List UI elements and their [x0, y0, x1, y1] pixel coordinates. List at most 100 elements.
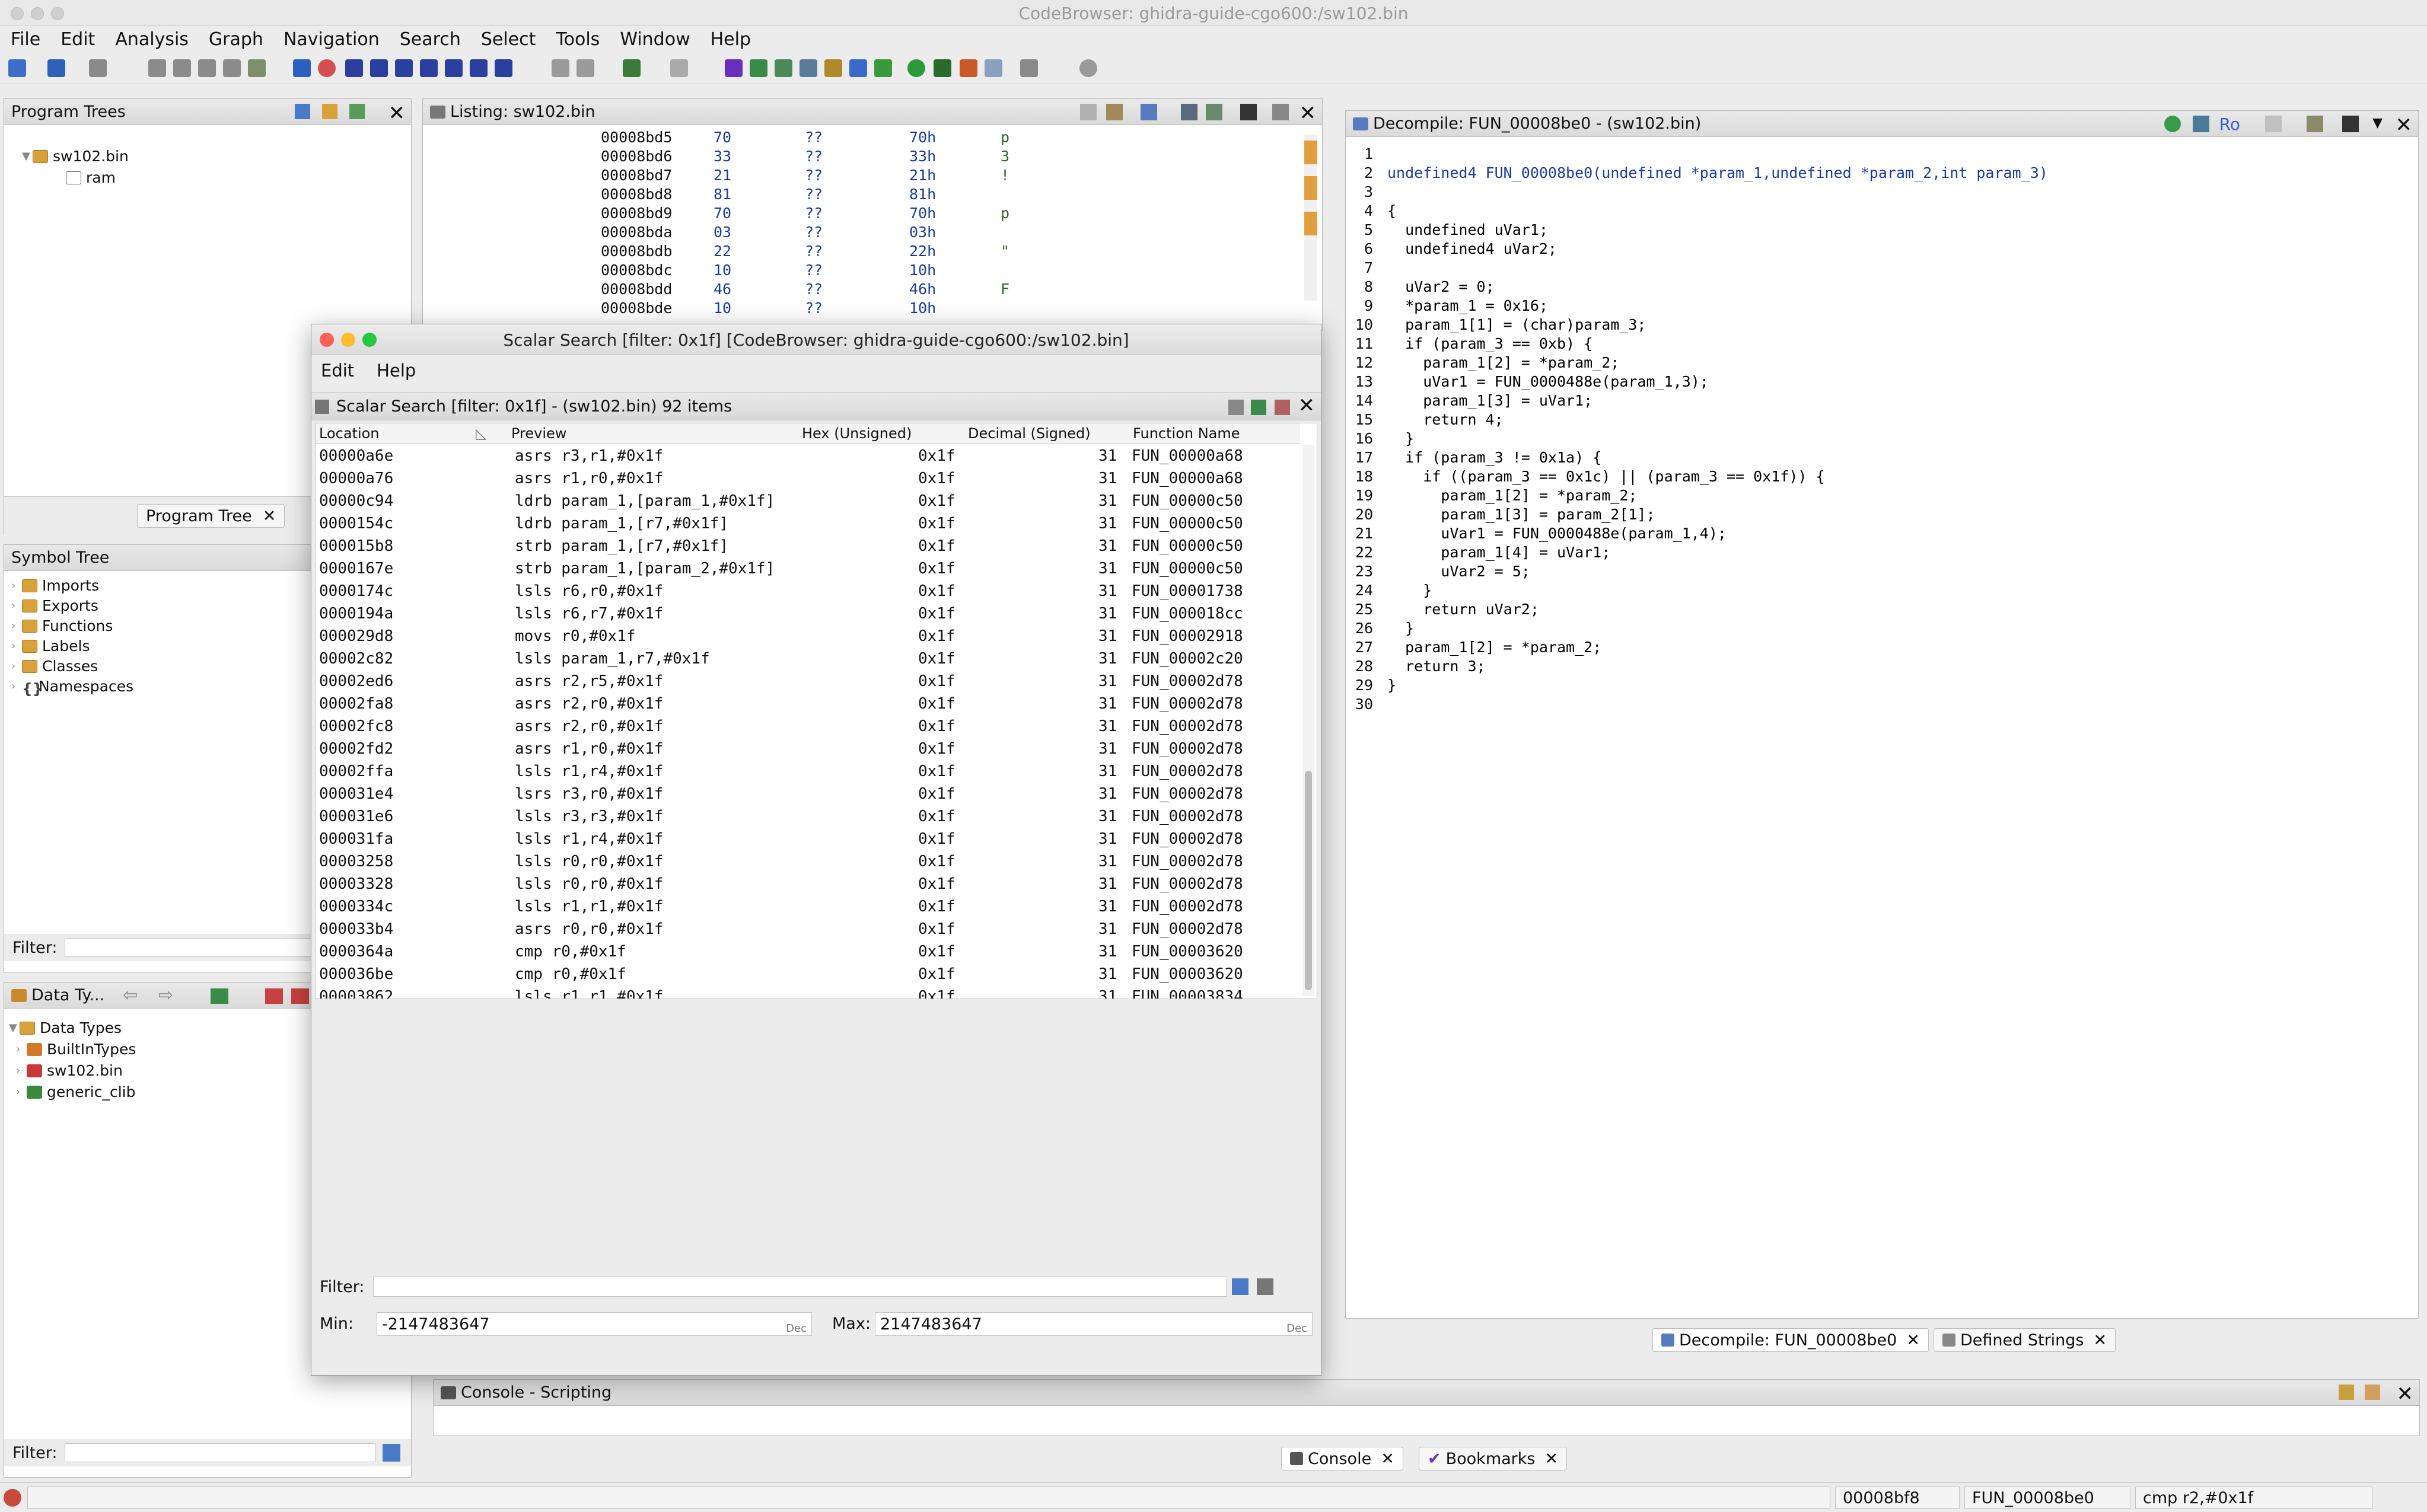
- tree-root-sw102[interactable]: ▼ sw102.bin: [22, 148, 129, 165]
- table-row[interactable]: 0000154c ldrb param_1,[r7,#0x1f] 0x1f 31 FUN…: [316, 512, 1298, 535]
- listing-overview-bar[interactable]: [1304, 135, 1317, 301]
- f-icon[interactable]: [445, 59, 463, 77]
- decompile-code[interactable]: 1 2 undefined4 FUN_00008be0(undefined *pa…: [1346, 145, 2407, 738]
- column-preview[interactable]: Preview: [511, 425, 566, 442]
- help-icon[interactable]: [1020, 59, 1038, 77]
- u-icon[interactable]: [395, 59, 413, 77]
- sort-icon[interactable]: ◺: [476, 425, 486, 442]
- graph-icon[interactable]: [2193, 116, 2209, 132]
- table-row[interactable]: 0000364a cmp r0,#0x1f 0x1f 31 FUN_00003620: [316, 940, 1298, 963]
- table-row[interactable]: 00000a76 asrs r1,r0,#0x1f 0x1f 31 FUN_00000a…: [316, 467, 1298, 490]
- data-types-generic-clib[interactable]: › generic_clib: [16, 1083, 135, 1100]
- registers-icon[interactable]: [775, 59, 792, 77]
- data-types-root[interactable]: ▼ Data Types: [9, 1019, 122, 1036]
- checkmark-icon[interactable]: [725, 59, 743, 77]
- bytes-icon[interactable]: [824, 59, 842, 77]
- forward-icon[interactable]: [89, 59, 107, 77]
- menu-window[interactable]: Window: [620, 29, 690, 50]
- menu-graph[interactable]: Graph: [209, 29, 263, 50]
- symbol-exports[interactable]: › Exports: [11, 597, 98, 614]
- nav-next-instruction-icon[interactable]: [148, 59, 166, 77]
- diff-icon[interactable]: [1206, 104, 1222, 120]
- menu-navigation[interactable]: Navigation: [284, 29, 380, 50]
- arrange-icon[interactable]: [211, 988, 228, 1004]
- b-icon[interactable]: [495, 59, 512, 77]
- table-row[interactable]: 00002fa8 asrs r2,r0,#0x1f 0x1f 31 FUN_00002d…: [316, 693, 1298, 715]
- nav-next-function-icon[interactable]: [248, 59, 266, 77]
- filter-options-icon[interactable]: [382, 1444, 400, 1462]
- call-graph-icon[interactable]: [874, 59, 892, 77]
- l-icon[interactable]: [420, 59, 438, 77]
- i-icon[interactable]: [345, 59, 363, 77]
- zoom-icon[interactable]: [1079, 59, 1097, 77]
- stop-icon[interactable]: [318, 59, 336, 77]
- tree-item-ram[interactable]: ram: [66, 169, 116, 186]
- close-icon[interactable]: ✕: [1544, 1450, 1558, 1468]
- data-types-sw102[interactable]: › sw102.bin: [16, 1062, 123, 1079]
- table-row[interactable]: 0000334c lsls r1,r1,#0x1f 0x1f 31 FUN_00002d…: [316, 895, 1298, 918]
- menu-tools[interactable]: Tools: [556, 29, 600, 50]
- close-icon[interactable]: ✕: [2397, 1382, 2414, 1406]
- data-types-builtin[interactable]: › BuiltInTypes: [16, 1041, 136, 1058]
- copy-icon[interactable]: [2265, 116, 2282, 132]
- symbol-imports[interactable]: › Imports: [11, 577, 99, 594]
- column-decimal[interactable]: Decimal (Signed): [968, 425, 1091, 442]
- symbol-classes[interactable]: › Classes: [11, 658, 98, 675]
- data-types-icon[interactable]: [800, 59, 817, 77]
- close-icon[interactable]: ✕: [1300, 101, 1317, 125]
- clear-icon[interactable]: [2365, 1385, 2380, 1400]
- menu-icon[interactable]: [1272, 104, 1289, 120]
- table-row[interactable]: 00000a6e asrs r3,r1,#0x1f 0x1f 31 FUN_00000a…: [316, 445, 1298, 467]
- tab-program-tree[interactable]: Program Tree ✕: [137, 504, 285, 528]
- scrollbar-thumb[interactable]: [1305, 771, 1312, 990]
- save-icon[interactable]: [8, 59, 26, 77]
- close-icon[interactable]: ✕: [2396, 113, 2413, 137]
- v-icon[interactable]: [470, 59, 488, 77]
- python-icon[interactable]: [934, 59, 951, 77]
- tab-console[interactable]: Console ✕: [1281, 1447, 1403, 1470]
- filter-options-icon[interactable]: [1231, 1278, 1248, 1295]
- table-row[interactable]: 000031e4 lsrs r3,r0,#0x1f 0x1f 31 FUN_00002d…: [316, 783, 1298, 805]
- table-row[interactable]: 00003862 lsls r1,r1,#0x1f 0x1f 31 FUN_000038…: [316, 985, 1298, 999]
- paste-icon[interactable]: [1106, 104, 1123, 120]
- diamond-icon[interactable]: [960, 59, 977, 77]
- nav-next-undefined-icon[interactable]: [198, 59, 216, 77]
- open-tree-icon[interactable]: [295, 104, 310, 119]
- table-row[interactable]: 000033b4 asrs r0,r0,#0x1f 0x1f 31 FUN_00002d…: [316, 918, 1298, 940]
- close-icon[interactable]: ✕: [1906, 1331, 1920, 1350]
- table-icon[interactable]: [1228, 400, 1244, 415]
- tab-defined-strings[interactable]: Defined Strings ✕: [1934, 1328, 2116, 1352]
- data-types-filter-input[interactable]: [64, 1443, 375, 1462]
- close-icon[interactable]: ✕: [2094, 1331, 2107, 1350]
- menu-edit[interactable]: Edit: [60, 29, 95, 50]
- forward-icon[interactable]: ⇨: [158, 985, 173, 1006]
- edit-fields-icon[interactable]: [1181, 104, 1197, 120]
- nav-next-label-icon[interactable]: [223, 59, 241, 77]
- filter-icon[interactable]: [291, 988, 309, 1004]
- select-icon[interactable]: [1275, 400, 1290, 415]
- read-only-label[interactable]: Ro: [2219, 114, 2240, 134]
- memory-map-icon[interactable]: [750, 59, 767, 77]
- scalar-menu-edit[interactable]: Edit: [321, 361, 354, 381]
- table-row[interactable]: 00002ffa lsls r1,r4,#0x1f 0x1f 31 FUN_00002d…: [316, 760, 1298, 783]
- table-row[interactable]: 00002fc8 asrs r2,r0,#0x1f 0x1f 31 FUN_00002d…: [316, 715, 1298, 738]
- close-icon[interactable]: ✕: [1381, 1450, 1394, 1468]
- table-row[interactable]: 00002fd2 asrs r1,r0,#0x1f 0x1f 31 FUN_00002d…: [316, 738, 1298, 760]
- snapshot-icon[interactable]: [2342, 116, 2359, 132]
- snapshot-icon[interactable]: [1240, 104, 1257, 120]
- max-input[interactable]: 2147483647 Dec: [875, 1312, 1313, 1336]
- menu-file[interactable]: File: [11, 29, 40, 50]
- cursor-icon[interactable]: [1141, 104, 1157, 120]
- table-row[interactable]: 00000c94 ldrb param_1,[param_1,#0x1f] 0x1f…: [316, 490, 1298, 512]
- menu-select[interactable]: Select: [481, 29, 536, 50]
- table-row[interactable]: 00003258 lsls r0,r0,#0x1f 0x1f 31 FUN_00002d…: [316, 850, 1298, 873]
- menu-analysis[interactable]: Analysis: [115, 29, 189, 50]
- redo-icon[interactable]: [670, 59, 688, 77]
- symbol-filter-input[interactable]: [64, 938, 343, 957]
- window-icon[interactable]: [985, 59, 1002, 77]
- tree-options-icon[interactable]: [349, 104, 365, 119]
- table-row[interactable]: 0000174c lsls r6,r0,#0x1f 0x1f 31 FUN_000017…: [316, 580, 1298, 602]
- table-row[interactable]: 000015b8 strb param_1,[r7,#0x1f] 0x1f 31 FUN…: [316, 535, 1298, 557]
- nav-next-data-icon[interactable]: [173, 59, 191, 77]
- folder-icon[interactable]: [322, 104, 337, 119]
